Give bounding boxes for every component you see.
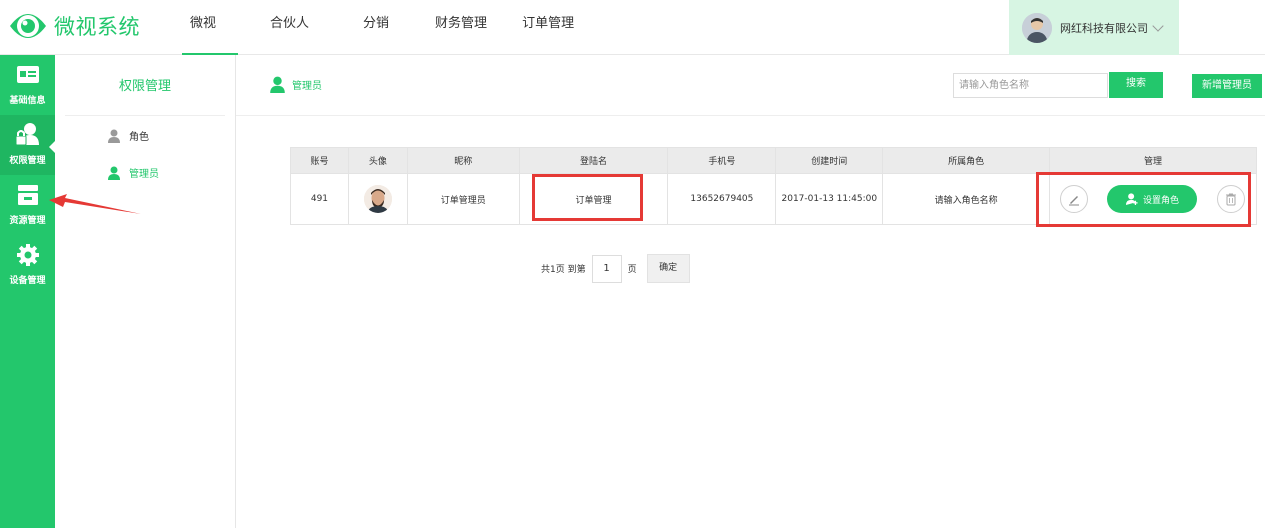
app-name: 微视系统 (54, 15, 140, 39)
top-header: 微视系统 微视 合伙人 分销 财务管理 订单管理 网红科技有限公司 (0, 0, 1265, 55)
pagination: 共1页 到第 1 页 确定 (541, 254, 690, 283)
rail-label-basic-info: 基础信息 (9, 96, 46, 106)
avatar (363, 185, 392, 213)
column-header: 账号 (290, 147, 349, 174)
rail-item-devices[interactable]: 设备管理 (0, 235, 55, 295)
divider (65, 115, 225, 116)
main-sidebar: 基础信息 权限管理 资源管理 设备管理 (0, 55, 55, 528)
topnav-item-weishi[interactable]: 微视 (181, 0, 239, 55)
company-name: 网红科技有限公司 (1060, 21, 1148, 35)
user-menu[interactable]: 网红科技有限公司 (1009, 0, 1179, 55)
pager-total: 共1页 到第 (541, 265, 586, 275)
rail-label-devices: 设备管理 (9, 276, 46, 286)
drawer-icon (17, 185, 38, 205)
red-arrow-annotation (49, 194, 141, 214)
content-toolbar: 管理员 请输入角色名称 搜索 新增管理员 (236, 55, 1265, 116)
column-header: 昵称 (406, 147, 520, 174)
avatar (1022, 12, 1052, 43)
page-number-input[interactable]: 1 (591, 254, 622, 283)
column-header: 手机号 (667, 147, 777, 174)
cell-created: 2017-01-13 11:45:00 (775, 173, 884, 225)
user-icon (270, 76, 285, 93)
rail-label-permissions: 权限管理 (9, 156, 46, 166)
app-logo[interactable]: 微视系统 (8, 8, 140, 44)
cell-avatar (347, 173, 408, 225)
sidebar-item-admins[interactable]: 管理员 (107, 165, 159, 180)
cell-account: 491 (290, 173, 349, 225)
user-lock-icon (15, 123, 39, 146)
column-header: 登陆名 (518, 147, 669, 174)
table-header-row: 账号 头像 昵称 登陆名 手机号 创建时间 所属角色 管理 (290, 147, 1258, 174)
user-icon (108, 166, 120, 180)
highlight-box-login-name (532, 174, 643, 221)
sidebar-item-label: 管理员 (129, 169, 159, 180)
chevron-down-icon (1152, 19, 1164, 32)
cell-role: 请输入角色名称 (882, 173, 1050, 225)
breadcrumb: 管理员 (269, 76, 322, 93)
topnav-item-orders[interactable]: 订单管理 (522, 0, 574, 55)
sub-sidebar-title: 权限管理 (118, 79, 171, 94)
cell-nickname: 订单管理员 (406, 173, 520, 225)
cell-phone: 13652679405 (667, 173, 777, 225)
pager-unit: 页 (627, 265, 637, 275)
rail-item-basic-info[interactable]: 基础信息 (0, 55, 55, 115)
breadcrumb-label: 管理员 (292, 81, 322, 92)
rail-item-permissions[interactable]: 权限管理 (0, 115, 55, 175)
search-button[interactable]: 搜索 (1109, 72, 1163, 98)
top-nav: 微视 合伙人 分销 财务管理 订单管理 (173, 0, 574, 55)
sidebar-item-label: 角色 (129, 132, 149, 143)
topnav-item-finance[interactable]: 财务管理 (435, 0, 487, 55)
column-header: 头像 (347, 147, 408, 174)
column-header: 所属角色 (882, 147, 1050, 174)
user-icon (108, 129, 120, 143)
id-card-icon (16, 66, 39, 83)
search-input[interactable]: 请输入角色名称 (953, 73, 1108, 98)
column-header: 创建时间 (775, 147, 884, 174)
topnav-item-distribution[interactable]: 分销 (363, 0, 389, 55)
sub-sidebar: 权限管理 角色 管理员 (55, 55, 236, 528)
confirm-button[interactable]: 确定 (646, 254, 690, 283)
topnav-item-partner[interactable]: 合伙人 (270, 0, 309, 55)
column-header: 管理 (1048, 147, 1258, 174)
gear-icon (16, 244, 39, 266)
highlight-box-actions (1036, 172, 1251, 227)
sidebar-item-roles[interactable]: 角色 (107, 128, 149, 143)
eye-logo-icon (8, 8, 48, 44)
add-admin-button[interactable]: 新增管理员 (1192, 74, 1262, 98)
